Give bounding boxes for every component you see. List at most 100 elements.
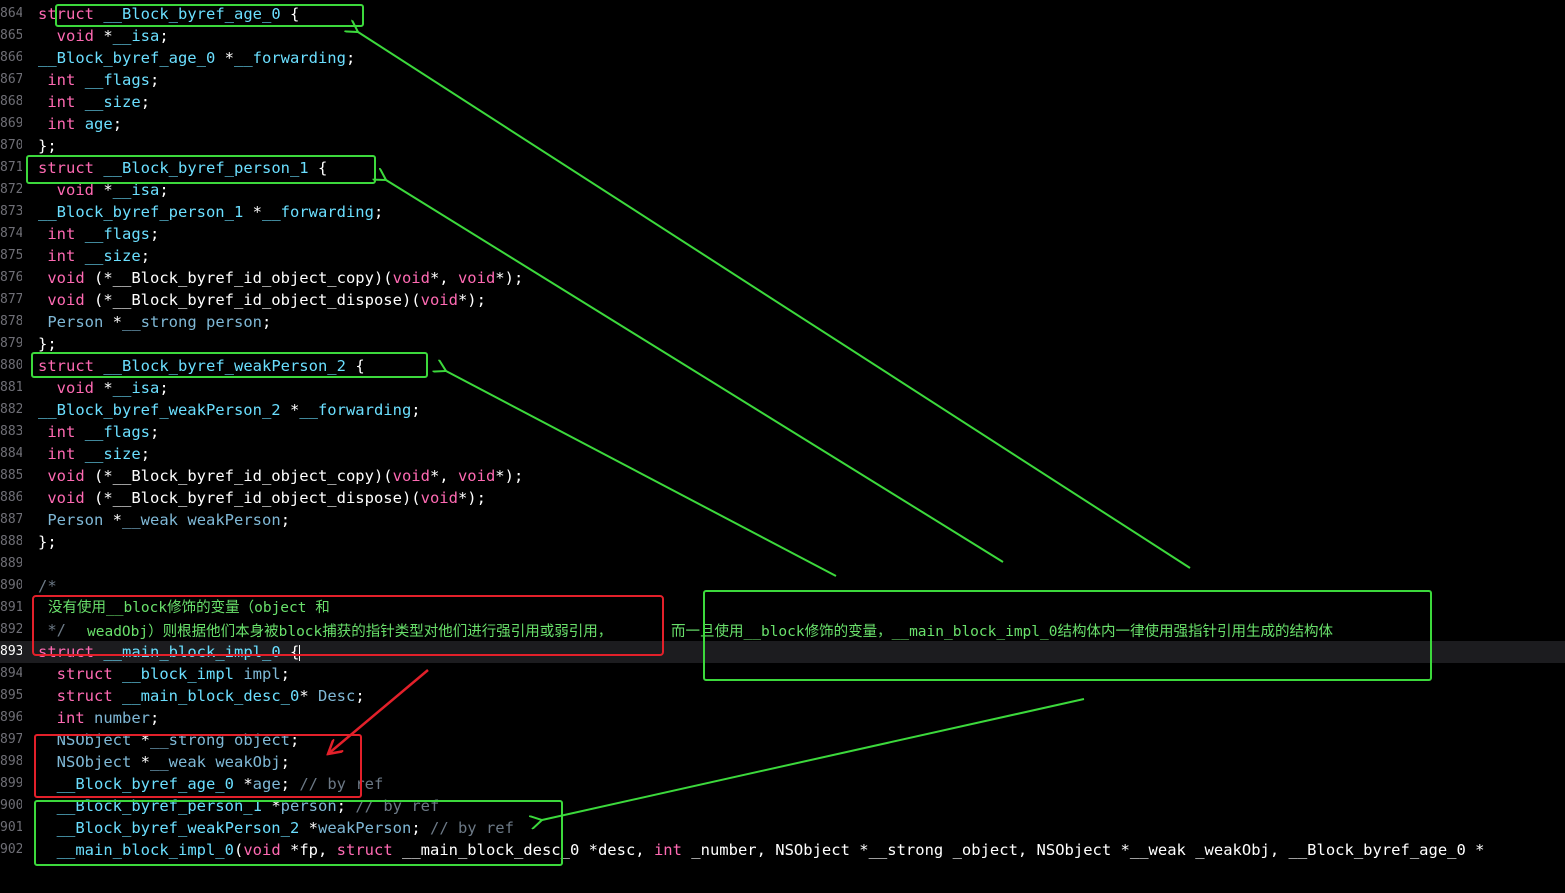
line-code: __main_block_impl_0(void *fp, struct __m…: [38, 839, 1565, 861]
code-line[interactable]: 885 void (*__Block_byref_id_object_copy)…: [0, 465, 1565, 487]
code-line[interactable]: 868 int __size;: [0, 91, 1565, 113]
line-code: void (*__Block_byref_id_object_copy)(voi…: [38, 267, 1565, 289]
code-token: __size: [84, 93, 141, 111]
code-token: __forwarding: [299, 401, 412, 419]
code-line[interactable]: 874 int __flags;: [0, 223, 1565, 245]
code-token: impl: [243, 665, 281, 683]
line-number: 889: [0, 556, 22, 571]
code-line[interactable]: 900 __Block_byref_person_1 *person; // b…: [0, 795, 1565, 817]
code-line[interactable]: 870};: [0, 135, 1565, 157]
code-line[interactable]: 864 struct __Block_byref_age_0 {: [0, 3, 1565, 25]
code-token: __flags: [84, 225, 151, 243]
code-token: void: [457, 467, 496, 485]
code-token: ;: [159, 27, 169, 45]
code-line[interactable]: 869 int age;: [0, 113, 1565, 135]
code-token: void: [47, 269, 85, 287]
code-token: __Block_byref_person_1: [56, 797, 262, 815]
code-token: __Block_byref_age_0: [103, 5, 281, 23]
code-line[interactable]: 879};: [0, 333, 1565, 355]
code-token: ;: [290, 731, 300, 749]
code-token: int: [47, 423, 76, 441]
code-line[interactable]: 897 NSObject *__strong object;: [0, 729, 1565, 751]
code-line[interactable]: 896 int number;: [0, 707, 1565, 729]
code-token: void: [392, 269, 430, 287]
code-token: ;: [373, 203, 384, 221]
code-token: ;: [140, 445, 151, 463]
code-token: *: [299, 687, 318, 705]
code-token: ;: [411, 819, 430, 837]
code-token: ;: [411, 401, 421, 419]
line-code: __Block_byref_age_0 *__forwarding;: [38, 47, 1565, 69]
line-number: 884: [0, 446, 22, 461]
code-line[interactable]: 867 int __flags;: [0, 69, 1565, 91]
code-token: void: [392, 467, 430, 485]
code-line[interactable]: 877 void (*__Block_byref_id_object_dispo…: [0, 289, 1565, 311]
code-token: struct: [38, 159, 94, 177]
code-line[interactable]: 871 struct __Block_byref_person_1 {: [0, 157, 1565, 179]
code-line[interactable]: 901 __Block_byref_weakPerson_2 *weakPers…: [0, 817, 1565, 839]
code-token: void: [457, 269, 496, 287]
code-token: ;: [280, 511, 291, 529]
line-number: 894: [0, 666, 22, 681]
line-code: Person *__strong person;: [38, 311, 1565, 333]
code-line[interactable]: 865 void *__isa;: [0, 25, 1565, 47]
code-line[interactable]: 899 __Block_byref_age_0 *age; // by ref: [0, 773, 1565, 795]
code-editor[interactable]: 864 struct __Block_byref_age_0 {865 void …: [0, 0, 1565, 893]
code-line[interactable]: 872 void *__isa;: [0, 179, 1565, 201]
code-line[interactable]: 866 __Block_byref_age_0 *__forwarding;: [0, 47, 1565, 69]
code-line[interactable]: 880 struct __Block_byref_weakPerson_2 {: [0, 355, 1565, 377]
code-line[interactable]: 895 struct __main_block_desc_0* Desc;: [0, 685, 1565, 707]
code-line[interactable]: 887 Person *__weak weakPerson;: [0, 509, 1565, 531]
code-line[interactable]: 876 void (*__Block_byref_id_object_copy)…: [0, 267, 1565, 289]
code-token: struct: [38, 5, 94, 23]
code-token: Desc: [318, 687, 356, 705]
code-token: ;: [140, 247, 151, 265]
code-token: ;: [112, 115, 123, 133]
code-line[interactable]: 882 __Block_byref_weakPerson_2 *__forward…: [0, 399, 1565, 421]
line-number: 869: [0, 116, 22, 131]
code-line[interactable]: 889: [0, 553, 1565, 575]
code-line[interactable]: 884 int __size;: [0, 443, 1565, 465]
code-token: // by ref: [299, 775, 384, 793]
code-line[interactable]: 902 __main_block_impl_0(void *fp, struct…: [0, 839, 1565, 861]
line-code: int number;: [38, 707, 1565, 729]
line-code: struct __Block_byref_weakPerson_2 {: [38, 355, 1565, 377]
line-code: };: [38, 531, 1565, 553]
code-token: *: [131, 731, 150, 749]
line-number: 887: [0, 512, 22, 527]
line-code: int __flags;: [38, 69, 1565, 91]
code-token: ;: [150, 709, 160, 727]
code-line[interactable]: 883 int __flags;: [0, 421, 1565, 443]
code-line[interactable]: 894 struct __block_impl impl;: [0, 663, 1565, 685]
line-code: __Block_byref_weakPerson_2 *__forwarding…: [38, 399, 1565, 421]
code-line[interactable]: 878 Person *__strong person;: [0, 311, 1565, 333]
code-token: int: [47, 247, 76, 265]
code-line[interactable]: 888};: [0, 531, 1565, 553]
code-token: __forwarding: [233, 49, 346, 67]
code-line[interactable]: 898 NSObject *__weak weakObj;: [0, 751, 1565, 773]
code-line[interactable]: 890 /*: [0, 575, 1565, 597]
code-token: ;: [345, 49, 356, 67]
code-token: ;: [280, 665, 291, 683]
line-number: 870: [0, 138, 22, 153]
code-line[interactable]: 873 __Block_byref_person_1 *__forwarding;: [0, 201, 1565, 223]
line-code: };: [38, 135, 1565, 157]
line-number: 886: [0, 490, 22, 505]
code-token: __Block_byref_person_1: [103, 159, 309, 177]
code-line[interactable]: 875 int __size;: [0, 245, 1565, 267]
code-token: };: [38, 533, 57, 551]
code-token: person: [280, 797, 337, 815]
code-token: *: [103, 511, 123, 529]
code-line[interactable]: 881 void *__isa;: [0, 377, 1565, 399]
code-line[interactable]: 886 void (*__Block_byref_id_object_dispo…: [0, 487, 1565, 509]
code-token: object: [234, 731, 290, 749]
